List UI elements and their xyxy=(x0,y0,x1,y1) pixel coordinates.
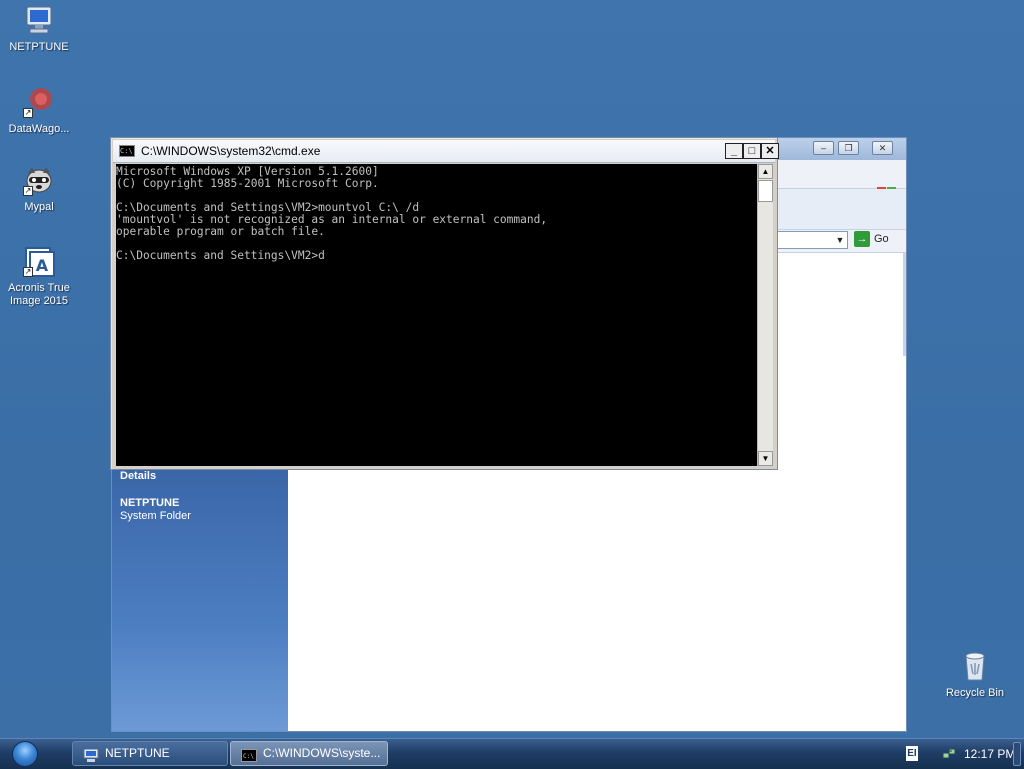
desktop-icon-label: NETPTUNE xyxy=(9,41,69,53)
desktop-icon-acronis[interactable]: A ↗ Acronis True Image 2015 xyxy=(1,245,77,308)
desktop-icon-label: Acronis True Image 2015 xyxy=(8,282,70,307)
svg-text:A: A xyxy=(36,256,49,275)
shortcut-arrow-icon: ↗ xyxy=(23,108,33,118)
desktop-icon-label: DataWago... xyxy=(8,123,70,135)
show-desktop-button[interactable] xyxy=(1013,742,1021,766)
network-icon[interactable] xyxy=(942,747,956,761)
cmd-window-title: C:\WINDOWS\system32\cmd.exe xyxy=(141,144,321,158)
system-tray: EI 12:17 PM xyxy=(892,739,1024,769)
desktop-icon-label: Mypal xyxy=(24,201,54,213)
taskbar-button-label: NETPTUNE xyxy=(105,746,170,760)
taskbar: NETPTUNE C:\ C:\WINDOWS\syste... EI 12:1… xyxy=(0,738,1024,769)
close-button[interactable]: ✕ xyxy=(872,141,893,155)
scroll-down-arrow-icon[interactable]: ▼ xyxy=(758,451,773,466)
go-button[interactable]: → Go xyxy=(854,231,902,249)
taskbar-button-cmd[interactable]: C:\ C:\WINDOWS\syste... xyxy=(230,741,388,766)
details-heading[interactable]: Details xyxy=(120,470,156,482)
taskbar-button-netptune[interactable]: NETPTUNE xyxy=(72,741,228,766)
details-item-type: System Folder xyxy=(120,510,191,522)
clock[interactable]: 12:17 PM xyxy=(964,747,1015,761)
start-button[interactable] xyxy=(6,740,44,768)
desktop-icon-recycle-bin[interactable]: Recycle Bin xyxy=(937,650,1013,700)
desktop-icon-label: Recycle Bin xyxy=(945,687,1005,699)
svg-text:C:\: C:\ xyxy=(243,753,254,760)
taskbar-button-label: C:\WINDOWS\syste... xyxy=(263,746,381,760)
cmd-app-icon: C:\ xyxy=(241,747,257,762)
console-scrollbar[interactable]: ▲ ▼ xyxy=(757,164,773,466)
console-text: Microsoft Windows XP [Version 5.1.2600] … xyxy=(116,165,548,262)
scroll-up-arrow-icon[interactable]: ▲ xyxy=(758,164,773,179)
desktop-icon-netptune[interactable]: NETPTUNE xyxy=(1,4,77,54)
acronis-icon: A ↗ xyxy=(23,245,55,277)
shortcut-arrow-icon: ↗ xyxy=(23,267,33,277)
minimize-button[interactable]: _ xyxy=(725,143,743,159)
cmd-window[interactable]: C:\ C:\WINDOWS\system32\cmd.exe _ □ ✕ Mi… xyxy=(110,137,779,470)
cmd-titlebar[interactable]: C:\ C:\WINDOWS\system32\cmd.exe _ □ ✕ xyxy=(113,140,779,163)
restore-button[interactable]: ❐ xyxy=(838,141,859,155)
go-arrow-icon: → xyxy=(854,231,870,247)
mypal-icon: ↗ xyxy=(23,164,55,196)
cmd-app-icon: C:\ xyxy=(119,145,135,157)
close-button[interactable]: ✕ xyxy=(761,143,779,159)
address-input[interactable]: ▼ xyxy=(772,231,848,249)
maximize-button[interactable]: □ xyxy=(743,143,761,159)
language-indicator[interactable]: EI xyxy=(906,746,918,761)
details-item-name: NETPTUNE xyxy=(120,497,180,509)
explorer-scrollbar[interactable] xyxy=(903,252,906,356)
desktop-icon-datawagon[interactable]: ↗ DataWago... xyxy=(1,86,77,136)
computer-icon xyxy=(23,4,55,36)
console-output[interactable]: Microsoft Windows XP [Version 5.1.2600] … xyxy=(116,164,757,466)
go-label: Go xyxy=(874,232,889,245)
minimize-button[interactable]: – xyxy=(813,141,834,155)
computer-icon xyxy=(83,747,99,762)
desktop-icon-mypal[interactable]: ↗ Mypal xyxy=(1,164,77,214)
recycle-bin-icon xyxy=(959,650,991,682)
windows-orb-icon xyxy=(12,741,38,767)
datawagon-icon: ↗ xyxy=(23,86,55,118)
details-pane: Details NETPTUNE System Folder xyxy=(112,468,288,731)
dropdown-arrow-icon[interactable]: ▼ xyxy=(833,232,847,248)
shortcut-arrow-icon: ↗ xyxy=(23,186,33,196)
scroll-thumb[interactable] xyxy=(758,180,773,202)
